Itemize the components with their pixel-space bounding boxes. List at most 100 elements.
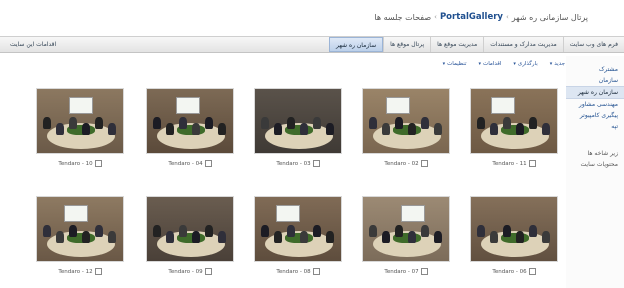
photo-item[interactable]: Tendaro - 07	[362, 196, 450, 275]
meeting-attendee	[369, 225, 377, 237]
sidebar-item-site-content[interactable]: محتویات سایت	[566, 159, 624, 170]
meeting-attendee	[69, 225, 77, 237]
select-checkbox[interactable]	[420, 160, 428, 167]
meeting-attendee	[261, 225, 269, 237]
meeting-attendee	[490, 231, 498, 243]
breadcrumb-gallery[interactable]: PortalGallery	[440, 12, 503, 22]
select-checkbox[interactable]	[528, 268, 536, 275]
new-menu-label: جدید	[554, 61, 565, 67]
dropdown-arrow-icon: ▾	[442, 61, 446, 67]
photo-caption[interactable]: Tendaro - 10	[58, 161, 92, 167]
meeting-attendee	[218, 231, 226, 243]
meeting-attendee	[382, 231, 390, 243]
select-checkbox[interactable]	[312, 268, 320, 275]
tab-documents[interactable]: مدیریت مدارک و مستندات	[483, 37, 562, 52]
tab-portal-sites[interactable]: پرتال موقع ها	[383, 37, 430, 52]
dropdown-arrow-icon: ▾	[478, 61, 482, 67]
meeting-attendee	[95, 225, 103, 237]
sidebar-item-consulting[interactable]: مهندسی مشاور	[566, 99, 624, 110]
tab-web-forms[interactable]: فرم های وب سایت	[562, 37, 624, 52]
photo-item[interactable]: Tendaro - 11	[470, 88, 558, 167]
photo-item[interactable]: Tendaro - 08	[254, 196, 342, 275]
meeting-attendee	[395, 225, 403, 237]
photo-item[interactable]: Tendaro - 06	[470, 196, 558, 275]
meeting-attendee	[179, 117, 187, 129]
breadcrumb-separator: ›	[505, 13, 509, 21]
sidebar-item-computer[interactable]: پیگیری کامپیوتر	[566, 110, 624, 121]
breadcrumb-site[interactable]: پرتال سازمانی ره شهر	[512, 13, 588, 22]
select-checkbox[interactable]	[204, 268, 212, 275]
meeting-attendee	[192, 231, 200, 243]
tab-home[interactable]: سازمان ره شهر	[328, 37, 384, 52]
meeting-photo-thumbnail[interactable]	[362, 88, 450, 154]
upload-menu-label: بارگذاری	[517, 61, 538, 67]
select-checkbox[interactable]	[312, 160, 320, 167]
meeting-attendee	[166, 123, 174, 135]
meeting-attendee	[287, 117, 295, 129]
meeting-attendee	[274, 123, 282, 135]
meeting-attendee	[153, 117, 161, 129]
sidebar-item-organization[interactable]: سازمان	[566, 75, 624, 86]
photo-item[interactable]: Tendaro - 04	[146, 88, 234, 167]
projector-screen	[401, 205, 425, 222]
select-checkbox[interactable]	[94, 268, 102, 275]
meeting-attendee	[287, 225, 295, 237]
photo-item[interactable]: Tendaro - 02	[362, 88, 450, 167]
meeting-attendee	[166, 231, 174, 243]
meeting-photo-thumbnail[interactable]	[36, 196, 124, 262]
photo-caption[interactable]: Tendaro - 09	[168, 269, 202, 275]
photo-item[interactable]: Tendaro - 12	[36, 196, 124, 275]
select-checkbox[interactable]	[94, 160, 102, 167]
meeting-attendee	[300, 123, 308, 135]
meeting-attendee	[274, 231, 282, 243]
photo-caption[interactable]: Tendaro - 06	[492, 269, 526, 275]
photo-caption[interactable]: Tendaro - 12	[58, 269, 92, 275]
photo-item[interactable]: Tendaro - 03	[254, 88, 342, 167]
site-actions-menu[interactable]: اقدامات این سایت	[10, 37, 56, 52]
sidebar-item-subsites[interactable]: زیر شاخه ها	[566, 148, 624, 159]
photo-caption[interactable]: Tendaro - 07	[384, 269, 418, 275]
meeting-photo-thumbnail[interactable]	[146, 196, 234, 262]
meeting-attendee	[503, 117, 511, 129]
select-checkbox[interactable]	[204, 160, 212, 167]
meeting-photo-thumbnail[interactable]	[470, 88, 558, 154]
meeting-attendee	[421, 117, 429, 129]
sidebar-item-shared[interactable]: مشترک	[566, 64, 624, 75]
select-checkbox[interactable]	[420, 268, 428, 275]
meeting-attendee	[300, 231, 308, 243]
meeting-attendee	[326, 123, 334, 135]
actions-menu[interactable]: اقدامات ▾	[479, 61, 502, 67]
photo-caption[interactable]: Tendaro - 11	[492, 161, 526, 167]
meeting-attendee	[542, 123, 550, 135]
quick-launch-sidebar: مشترک سازمان سازمان ره شهر مهندسی مشاور …	[566, 56, 624, 288]
meeting-attendee	[82, 123, 90, 135]
photo-item[interactable]: Tendaro - 10	[36, 88, 124, 167]
meeting-photo-thumbnail[interactable]	[254, 88, 342, 154]
tab-site-management[interactable]: مدیریت موقع ها	[430, 37, 483, 52]
sidebar-item-rahshahr[interactable]: سازمان ره شهر	[566, 86, 624, 99]
select-checkbox[interactable]	[528, 160, 536, 167]
photo-item[interactable]: Tendaro - 09	[146, 196, 234, 275]
new-menu[interactable]: جدید ▾	[550, 61, 565, 67]
meeting-photo-thumbnail[interactable]	[146, 88, 234, 154]
meeting-photo-thumbnail[interactable]	[470, 196, 558, 262]
meeting-photo-thumbnail[interactable]	[254, 196, 342, 262]
breadcrumb-separator: ›	[434, 13, 437, 21]
dropdown-arrow-icon: ▾	[549, 61, 553, 67]
projector-screen	[491, 97, 515, 114]
photo-caption[interactable]: Tendaro - 02	[384, 161, 418, 167]
photo-caption[interactable]: Tendaro - 04	[168, 161, 202, 167]
meeting-attendee	[56, 123, 64, 135]
meeting-attendee	[529, 117, 537, 129]
meeting-photo-thumbnail[interactable]	[362, 196, 450, 262]
meeting-attendee	[205, 117, 213, 129]
settings-menu[interactable]: تنظیمات ▾	[443, 61, 467, 67]
photo-caption[interactable]: Tendaro - 03	[276, 161, 310, 167]
meeting-photo-thumbnail[interactable]	[36, 88, 124, 154]
upload-menu[interactable]: بارگذاری ▾	[513, 61, 537, 67]
sidebar-item-hill[interactable]: تپه	[566, 121, 624, 132]
meeting-attendee	[56, 231, 64, 243]
meeting-attendee	[434, 231, 442, 243]
photo-caption[interactable]: Tendaro - 08	[276, 269, 310, 275]
breadcrumb-page: صفحات جلسه ها	[374, 12, 432, 22]
